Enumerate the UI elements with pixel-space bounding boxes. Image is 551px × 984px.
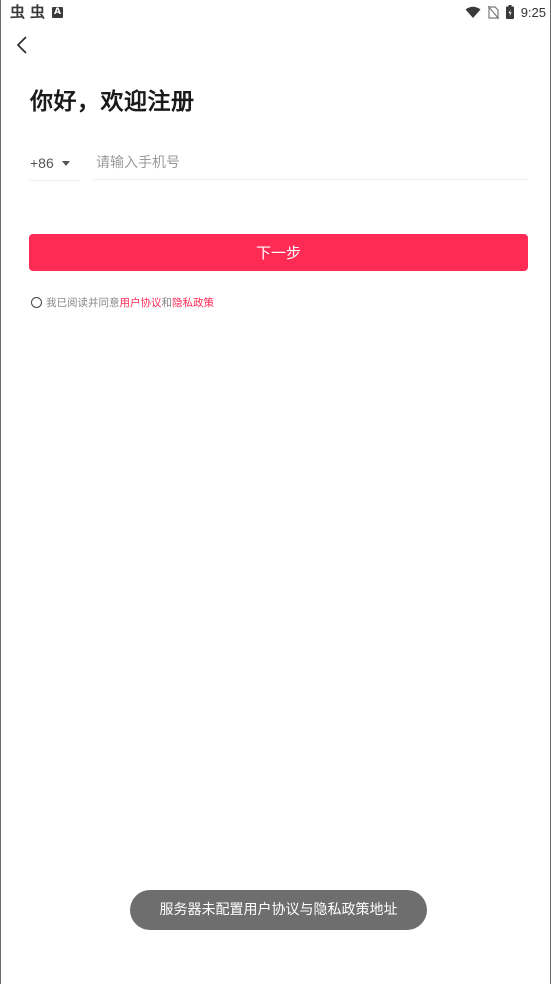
wifi-icon xyxy=(465,6,481,18)
bug-icon: 虫 xyxy=(10,3,26,21)
status-time: 9:25 xyxy=(520,4,546,20)
country-code-label: +86 xyxy=(30,155,54,171)
bug-icon: 虫 xyxy=(30,3,46,21)
back-button[interactable] xyxy=(9,32,35,58)
a-badge-icon: A xyxy=(52,6,64,18)
privacy-policy-link[interactable]: 隐私政策 xyxy=(172,295,214,310)
register-screen: 虫 虫 A 9:25 你好，欢迎注册 +86 请输入手机号 下一步 我已阅读并同… xyxy=(0,0,551,984)
status-bar: 虫 虫 A 9:25 xyxy=(1,0,550,24)
toast-message: 服务器未配置用户协议与隐私政策地址 xyxy=(130,890,427,930)
user-agreement-link[interactable]: 用户协议 xyxy=(120,295,162,310)
caret-down-icon xyxy=(61,160,70,166)
agreement-and: 和 xyxy=(161,297,173,309)
country-code-selector[interactable]: +86 xyxy=(30,146,80,181)
agree-radio[interactable] xyxy=(31,297,42,308)
page-title: 你好，欢迎注册 xyxy=(30,89,195,115)
status-right-icons: 9:25 xyxy=(465,2,546,22)
next-button[interactable]: 下一步 xyxy=(29,234,528,271)
chevron-left-icon xyxy=(16,36,27,54)
agreement-row: 我已阅读并同意 用户协议 和 隐私政策 xyxy=(31,295,214,310)
battery-icon xyxy=(505,5,514,19)
status-left-icons: 虫 虫 A xyxy=(10,2,64,22)
no-sim-icon xyxy=(487,5,499,19)
phone-input[interactable] xyxy=(94,146,528,180)
agreement-prefix: 我已阅读并同意 xyxy=(46,297,120,309)
